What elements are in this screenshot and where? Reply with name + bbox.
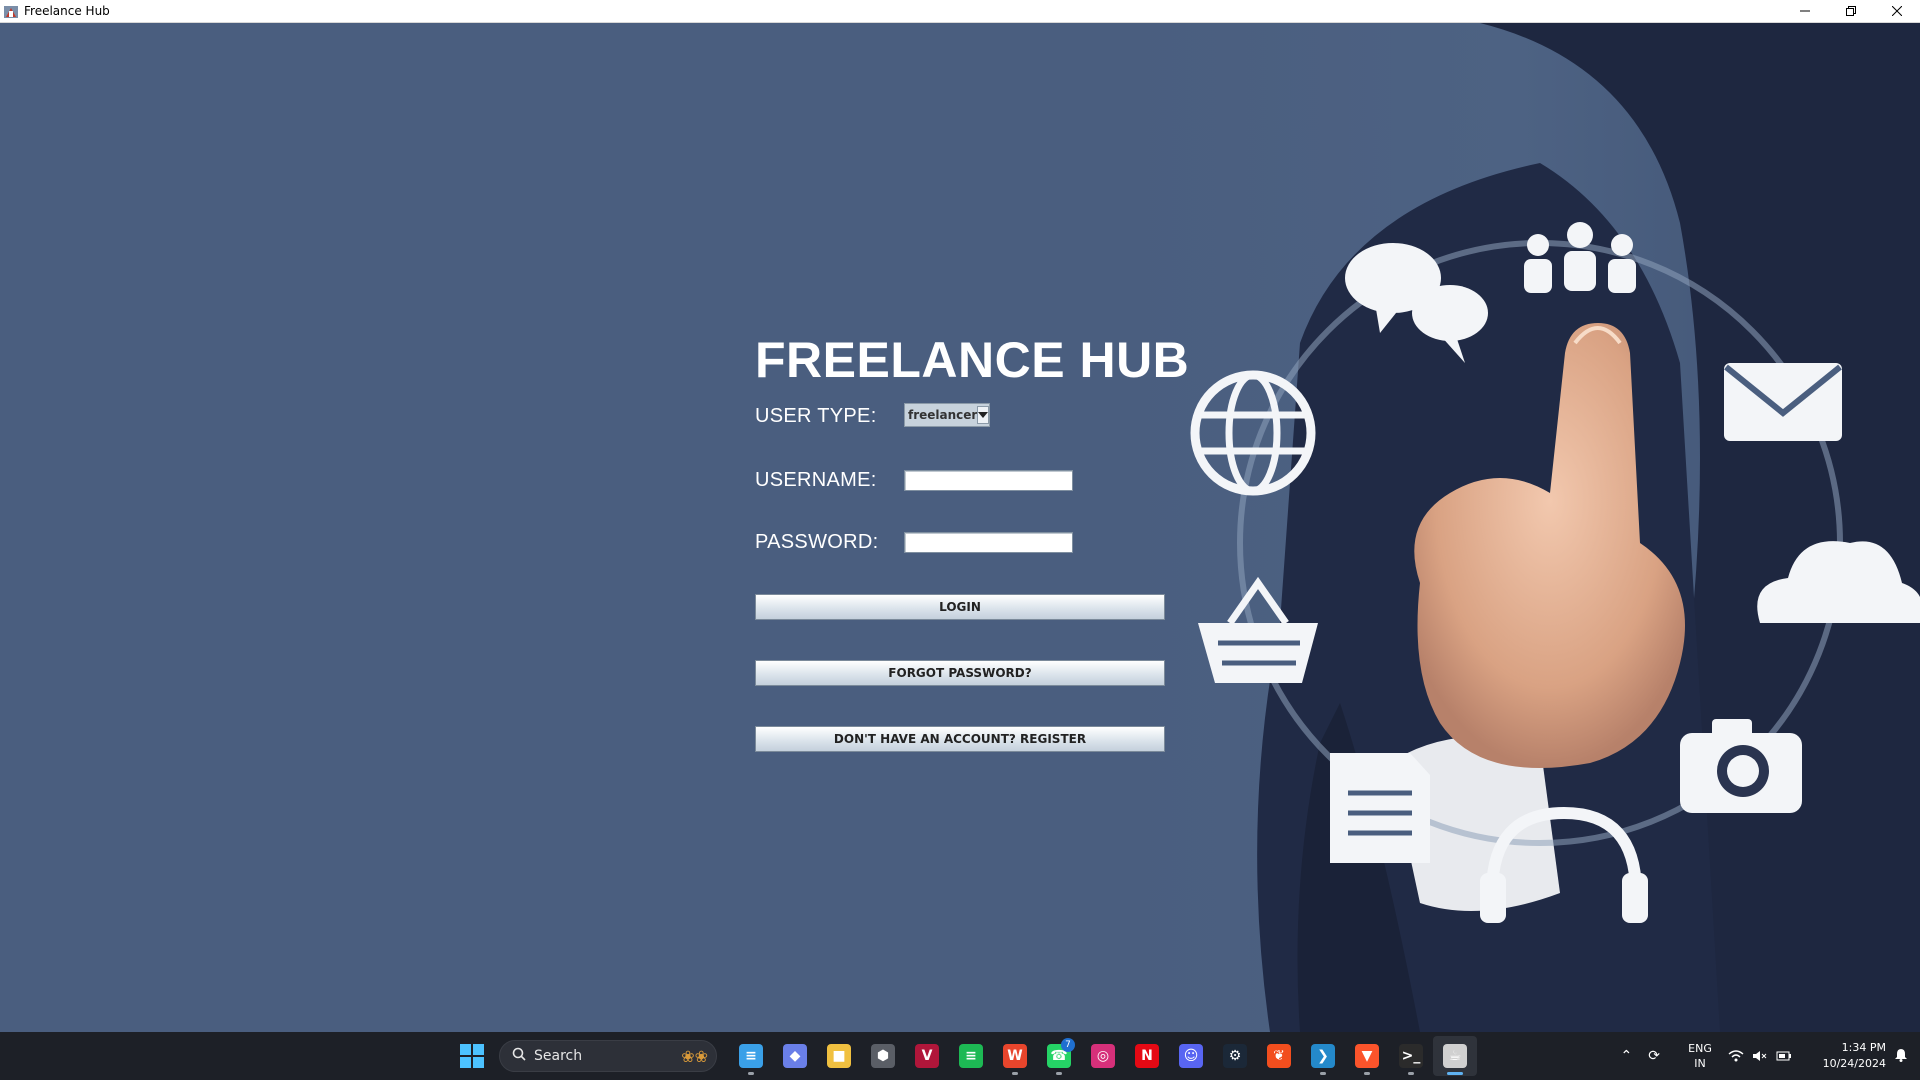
search-icon bbox=[512, 1047, 526, 1066]
restore-icon bbox=[1846, 3, 1856, 21]
taskbar-search[interactable]: Search ❀❀ bbox=[499, 1040, 717, 1072]
taskbar-app-file-explorer[interactable]: ■ bbox=[817, 1036, 861, 1076]
taskbar-apps: ≡ ◆ ■ ⬢ V ≡ W ☎ 7 ◎ N ☺ ⚙ ❦ ❯ ▼ >_ ☕ bbox=[729, 1036, 1477, 1076]
taskbar-app-java-app[interactable]: ☕ bbox=[1433, 1036, 1477, 1076]
login-button[interactable]: LOGIN bbox=[755, 594, 1165, 620]
brave-icon: ▼ bbox=[1355, 1044, 1379, 1068]
running-indicator bbox=[1408, 1072, 1414, 1075]
minimize-button[interactable] bbox=[1782, 0, 1828, 23]
sync-icon[interactable]: ⟳ bbox=[1648, 1048, 1660, 1064]
user-type-label: USER TYPE: bbox=[755, 405, 877, 427]
taskbar-app-vectorizer[interactable]: V bbox=[905, 1036, 949, 1076]
notification-badge: 7 bbox=[1061, 1038, 1075, 1052]
search-highlight-icon: ❀❀ bbox=[681, 1049, 708, 1066]
user-type-value: freelancer bbox=[908, 408, 978, 422]
taskbar-app-whatsapp[interactable]: ☎ 7 bbox=[1037, 1036, 1081, 1076]
close-button[interactable] bbox=[1874, 0, 1920, 23]
window-controls bbox=[1782, 0, 1920, 23]
notepad-icon: ≡ bbox=[739, 1044, 763, 1068]
taskbar-app-notepad[interactable]: ≡ bbox=[729, 1036, 773, 1076]
netflix-icon: N bbox=[1135, 1044, 1159, 1068]
app-icon bbox=[3, 3, 19, 19]
title-bar: Freelance Hub bbox=[0, 0, 1920, 23]
taskbar-app-brave[interactable]: ▼ bbox=[1345, 1036, 1389, 1076]
running-indicator bbox=[1447, 1072, 1463, 1075]
taskbar-app-steam[interactable]: ⚙ bbox=[1213, 1036, 1257, 1076]
volume-muted-icon[interactable] bbox=[1752, 1047, 1768, 1066]
taskbar: Search ❀❀ ≡ ◆ ■ ⬢ V ≡ W ☎ 7 ◎ N ☺ ⚙ ❦ ❯ ▼ >_ ☕ ⌃ ⟳ ENG IN… bbox=[0, 1032, 1920, 1080]
taskbar-app-discord[interactable]: ☺ bbox=[1169, 1036, 1213, 1076]
minimize-icon bbox=[1800, 3, 1810, 21]
password-label: PASSWORD: bbox=[755, 531, 879, 553]
running-indicator bbox=[1056, 1072, 1062, 1075]
taskbar-app-copilot[interactable]: ◆ bbox=[773, 1036, 817, 1076]
clock[interactable]: 1:34 PM 10/24/2024 bbox=[1806, 1040, 1886, 1072]
username-label: USERNAME: bbox=[755, 469, 877, 491]
folder-icon: ■ bbox=[827, 1044, 851, 1068]
steam-icon: ⚙ bbox=[1223, 1044, 1247, 1068]
chevron-down-icon[interactable] bbox=[977, 406, 990, 424]
w-icon: W bbox=[1003, 1044, 1027, 1068]
unity-icon: ⬢ bbox=[871, 1044, 895, 1068]
discord-icon: ☺ bbox=[1179, 1044, 1203, 1068]
running-indicator bbox=[1012, 1072, 1018, 1075]
close-icon bbox=[1891, 3, 1903, 21]
wifi-icon[interactable] bbox=[1728, 1047, 1744, 1066]
language-line1: ENG bbox=[1688, 1042, 1712, 1055]
clock-date: 10/24/2024 bbox=[1822, 1057, 1886, 1070]
terminal-icon: >_ bbox=[1399, 1044, 1423, 1068]
taskbar-app-terminal[interactable]: >_ bbox=[1389, 1036, 1433, 1076]
language-indicator[interactable]: ENG IN bbox=[1680, 1041, 1720, 1071]
taskbar-app-wps-office[interactable]: W bbox=[993, 1036, 1037, 1076]
java-app-icon: ☕ bbox=[1443, 1044, 1467, 1068]
running-indicator bbox=[1364, 1072, 1370, 1075]
copilot-icon: ◆ bbox=[783, 1044, 807, 1068]
app-title: FREELANCE HUB bbox=[755, 332, 1190, 388]
taskbar-app-figma[interactable]: ❦ bbox=[1257, 1036, 1301, 1076]
chevron-up-icon[interactable]: ⌃ bbox=[1621, 1048, 1633, 1064]
restore-button[interactable] bbox=[1828, 0, 1874, 23]
taskbar-app-netflix[interactable]: N bbox=[1125, 1036, 1169, 1076]
battery-icon[interactable] bbox=[1776, 1047, 1792, 1066]
vscode-icon: ❯ bbox=[1311, 1044, 1335, 1068]
running-indicator bbox=[1320, 1072, 1326, 1075]
start-button[interactable] bbox=[460, 1044, 484, 1068]
register-button[interactable]: DON'T HAVE AN ACCOUNT? REGISTER bbox=[755, 726, 1165, 752]
instagram-icon: ◎ bbox=[1091, 1044, 1115, 1068]
password-input[interactable] bbox=[904, 532, 1073, 553]
forgot-password-button[interactable]: FORGOT PASSWORD? bbox=[755, 660, 1165, 686]
system-tray: ⌃ ⟳ ENG IN 1:34 PM 10/24/2024 bbox=[1621, 1032, 1920, 1080]
user-type-dropdown[interactable]: freelancer bbox=[904, 403, 990, 427]
language-line2: IN bbox=[1694, 1057, 1706, 1070]
background-image bbox=[1120, 23, 1920, 1032]
search-placeholder: Search bbox=[534, 1048, 583, 1064]
taskbar-app-unity[interactable]: ⬢ bbox=[861, 1036, 905, 1076]
username-input[interactable] bbox=[904, 470, 1073, 491]
taskbar-app-vscode[interactable]: ❯ bbox=[1301, 1036, 1345, 1076]
running-indicator bbox=[748, 1072, 754, 1075]
window-title: Freelance Hub bbox=[24, 4, 110, 18]
taskbar-app-spotify[interactable]: ≡ bbox=[949, 1036, 993, 1076]
clock-time: 1:34 PM bbox=[1841, 1041, 1886, 1054]
notification-bell-icon[interactable] bbox=[1894, 1047, 1908, 1066]
taskbar-app-instagram[interactable]: ◎ bbox=[1081, 1036, 1125, 1076]
spotify-icon: ≡ bbox=[959, 1044, 983, 1068]
figma-icon: ❦ bbox=[1267, 1044, 1291, 1068]
windows-icon bbox=[460, 1044, 484, 1072]
login-window: FREELANCE HUB USER TYPE: freelancer USER… bbox=[0, 23, 1920, 1032]
v-icon: V bbox=[915, 1044, 939, 1068]
